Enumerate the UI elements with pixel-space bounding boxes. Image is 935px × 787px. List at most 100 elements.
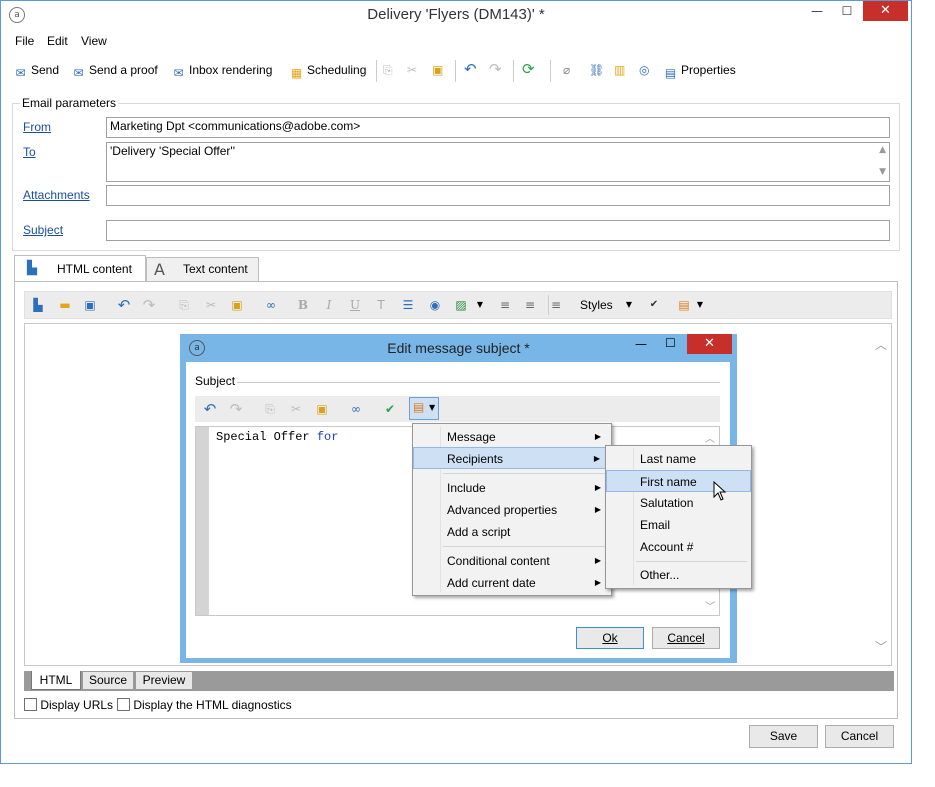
save-button[interactable]: Save bbox=[749, 725, 818, 748]
to-link[interactable]: To bbox=[23, 145, 36, 159]
dialog-title: Edit message subject * bbox=[387, 340, 530, 356]
styles-dropdown[interactable]: Styles bbox=[580, 298, 613, 312]
new-document-icon[interactable]: ▙ bbox=[29, 296, 47, 314]
menu-view[interactable]: View bbox=[81, 34, 107, 48]
menu-item-other[interactable]: Other... bbox=[606, 564, 751, 586]
clear-format-icon[interactable]: T bbox=[372, 296, 390, 314]
dialog-close-button[interactable]: ✕ bbox=[687, 334, 732, 354]
menu-item-conditional-content[interactable]: Conditional content ▶ bbox=[413, 550, 611, 572]
display-html-diagnostics-checkbox[interactable]: Display the HTML diagnostics bbox=[117, 698, 292, 712]
styles-dropdown-arrow-icon[interactable]: ▼ bbox=[620, 296, 638, 314]
menu-item-salutation[interactable]: Salutation bbox=[606, 492, 751, 514]
subject-link[interactable]: Subject bbox=[23, 223, 63, 237]
mouse-cursor-icon bbox=[713, 481, 727, 501]
attachments-field[interactable] bbox=[106, 185, 890, 206]
menu-item-add-current-date[interactable]: Add current date ▶ bbox=[413, 572, 611, 594]
paste-icon[interactable]: ▣ bbox=[313, 400, 331, 418]
minimize-button[interactable]: — bbox=[802, 1, 832, 21]
maximize-button[interactable]: ☐ bbox=[832, 1, 862, 21]
redo-icon[interactable]: ↷ bbox=[489, 62, 502, 80]
undo-icon[interactable]: ↶ bbox=[201, 400, 219, 418]
save-icon[interactable]: ▣ bbox=[81, 296, 99, 314]
send-button[interactable]: ✉ Send bbox=[13, 62, 59, 80]
redo-icon[interactable]: ↷ bbox=[140, 296, 158, 314]
link-icon[interactable]: ⛓ bbox=[589, 62, 604, 80]
cut-icon[interactable]: ✂ bbox=[202, 296, 220, 314]
align-left-icon[interactable]: ≡ bbox=[496, 296, 514, 314]
menu-item-include[interactable]: Include ▶ bbox=[413, 477, 611, 499]
personalization-arrow-icon[interactable]: ▼ bbox=[691, 296, 709, 314]
scroll-up-icon[interactable]: ︿ bbox=[875, 336, 887, 353]
menu-bar: File Edit View bbox=[1, 30, 911, 52]
menu-edit[interactable]: Edit bbox=[47, 34, 68, 48]
personalization-button[interactable]: ▤ ▼ bbox=[409, 397, 439, 420]
dialog-minimize-button[interactable]: — bbox=[635, 337, 647, 351]
undo-icon[interactable]: ↶ bbox=[464, 62, 477, 80]
globe-link-icon[interactable]: ◉ bbox=[426, 296, 444, 314]
copy-icon[interactable]: ⎘ bbox=[261, 400, 279, 418]
menu-item-last-name[interactable]: Last name bbox=[606, 448, 751, 470]
tab-html-content[interactable]: ▙ HTML content bbox=[14, 255, 146, 282]
checkbox-box[interactable] bbox=[24, 698, 37, 711]
target-icon[interactable]: ◎ bbox=[639, 62, 649, 80]
dialog-maximize-button[interactable]: ☐ bbox=[665, 336, 676, 350]
scroll-down-icon[interactable]: ﹀ bbox=[705, 598, 715, 613]
underline-icon[interactable]: U bbox=[346, 296, 364, 314]
menu-item-advanced-properties[interactable]: Advanced properties ▶ bbox=[413, 499, 611, 521]
menu-item-recipients[interactable]: Recipients ▶ bbox=[413, 447, 611, 469]
from-field[interactable]: Marketing Dpt <communications@adobe.com> bbox=[106, 117, 890, 138]
from-link[interactable]: From bbox=[23, 120, 51, 134]
inbox-rendering-button[interactable]: ✉ Inbox rendering bbox=[171, 62, 272, 80]
menu-item-first-name[interactable]: First name bbox=[606, 470, 751, 492]
paste-icon[interactable]: ▣ bbox=[228, 296, 246, 314]
subject-field[interactable] bbox=[106, 220, 890, 241]
scroll-down-icon[interactable]: ﹀ bbox=[875, 638, 887, 655]
find-binoculars-icon[interactable]: ∞ bbox=[347, 400, 365, 418]
menu-item-account[interactable]: Account # bbox=[606, 536, 751, 558]
close-button[interactable]: ✕ bbox=[863, 1, 908, 21]
tab-text-content[interactable]: A Text content bbox=[146, 257, 259, 282]
scroll-up-icon[interactable]: ▲ bbox=[879, 145, 886, 155]
dialog-ok-button[interactable]: Ok bbox=[576, 627, 644, 649]
cut-icon[interactable]: ✂ bbox=[407, 62, 417, 80]
copy-icon[interactable]: ⎘ bbox=[383, 62, 393, 80]
checkbox-box[interactable] bbox=[117, 698, 130, 711]
undo-icon[interactable]: ↶ bbox=[115, 296, 133, 314]
attachment-icon[interactable]: ⌀ bbox=[563, 62, 570, 80]
italic-icon[interactable]: I bbox=[320, 296, 338, 314]
refresh-icon[interactable]: ⟳ bbox=[522, 62, 535, 80]
bold-icon[interactable]: B bbox=[294, 296, 312, 314]
menu-item-message[interactable]: Message ▶ bbox=[413, 426, 611, 448]
scheduling-button[interactable]: ▦ Scheduling bbox=[289, 62, 367, 80]
copy-icon[interactable]: ⎘ bbox=[175, 296, 193, 314]
check-syntax-icon[interactable]: ✔ bbox=[381, 400, 399, 418]
scroll-down-icon[interactable]: ▼ bbox=[879, 167, 886, 177]
tab-html[interactable]: HTML bbox=[31, 671, 81, 690]
menu-item-add-script[interactable]: Add a script bbox=[413, 521, 611, 543]
send-proof-button[interactable]: ✉ Send a proof bbox=[71, 62, 157, 80]
find-binoculars-icon[interactable]: ∞ bbox=[262, 296, 280, 314]
bullet-list-icon[interactable]: ☰ bbox=[399, 296, 417, 314]
open-folder-icon[interactable]: ▬ bbox=[56, 296, 74, 314]
main-toolbar: ✉ Send ✉ Send a proof ✉ Inbox rendering ▦ Sc… bbox=[1, 55, 911, 85]
align-center-icon[interactable]: ≡ bbox=[521, 296, 539, 314]
display-urls-checkbox[interactable]: Display URLs bbox=[24, 698, 113, 712]
attachments-link[interactable]: Attachments bbox=[23, 188, 90, 202]
redo-icon[interactable]: ↷ bbox=[227, 400, 245, 418]
image-icon[interactable]: ▨ bbox=[452, 296, 470, 314]
to-field[interactable]: 'Delivery 'Special Offer'' ▲ ▼ bbox=[106, 142, 890, 182]
tab-preview[interactable]: Preview bbox=[135, 671, 193, 690]
spellcheck-icon[interactable]: ✔ bbox=[645, 296, 663, 314]
align-right-icon[interactable]: ≡ bbox=[547, 296, 565, 314]
scroll-up-icon[interactable]: ︿ bbox=[705, 430, 715, 445]
cut-icon[interactable]: ✂ bbox=[287, 400, 305, 418]
properties-button[interactable]: ▤ Properties bbox=[663, 62, 736, 80]
menu-item-email[interactable]: Email bbox=[606, 514, 751, 536]
tab-source[interactable]: Source bbox=[82, 671, 134, 690]
dialog-cancel-button[interactable]: Cancel bbox=[652, 627, 720, 649]
dropdown-arrow-icon[interactable]: ▼ bbox=[471, 296, 489, 314]
menu-file[interactable]: File bbox=[15, 34, 34, 48]
gift-icon[interactable]: ▥ bbox=[614, 62, 625, 80]
paste-icon[interactable]: ▣ bbox=[432, 62, 443, 80]
cancel-button[interactable]: Cancel bbox=[825, 725, 894, 748]
